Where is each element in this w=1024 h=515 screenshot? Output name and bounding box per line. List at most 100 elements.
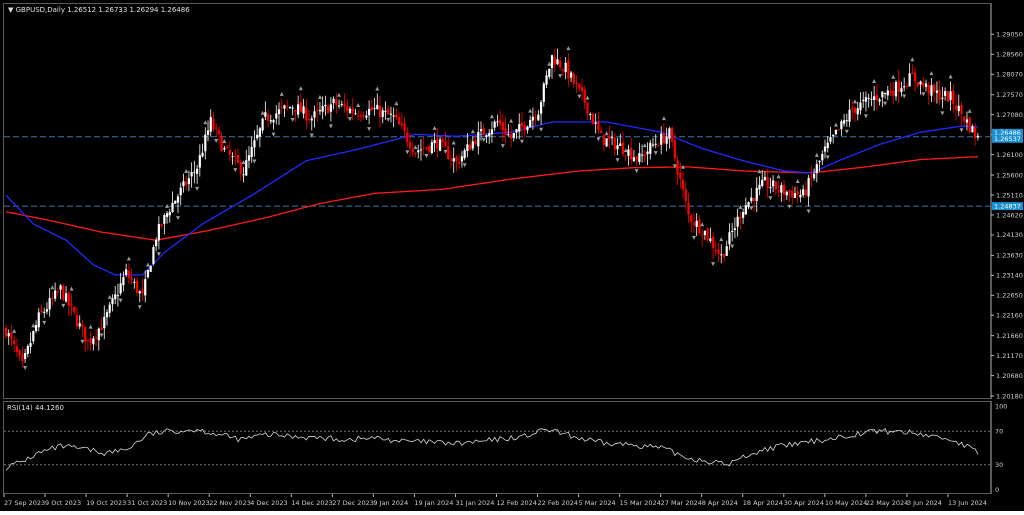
candle-body [608,136,611,140]
candle-body [804,189,807,195]
candle-body [550,55,554,69]
symbol-header: ▼ GBPUSD,Daily 1.26512 1.26733 1.26294 1… [8,6,190,14]
candle-body [616,145,619,150]
candle-body [856,108,859,115]
candle-body [220,136,223,152]
price-axis[interactable]: 1.29050 1.28560 1.28070 1.27570 1.27080 1.265… [991,3,1024,400]
candle-body [821,154,824,161]
fractal-up-marker [489,114,494,119]
rsi-panel[interactable]: RSI(14) 44.1260 [3,401,991,494]
candle-body [539,102,543,114]
time-tick-label: 3 Jun 2024 [907,499,942,507]
candle-body [627,149,630,156]
fractal-up-marker [738,204,743,209]
price-tick-label: 1.22160 [996,312,1023,320]
fractal-down-marker [596,137,601,142]
candle-body [15,346,19,352]
fractal-down-marker [558,74,563,79]
candle-body [657,145,660,147]
candle-body [684,189,687,202]
candle-body [81,324,84,327]
candle-body [327,106,330,114]
fractal-down-marker [443,149,448,154]
candle-body [146,269,150,278]
candle-body [111,298,114,305]
fractal-down-marker [730,244,735,249]
fractal-up-marker [585,95,590,100]
fractal-down-marker [233,168,238,173]
candle-body [18,350,21,356]
price-chart-svg[interactable] [4,4,990,398]
candle-body [673,140,676,159]
candle-body [343,103,346,107]
candle-body [212,118,215,130]
candle-body [649,142,652,154]
candle-body [763,176,767,181]
price-panel[interactable]: ▼ GBPUSD,Daily 1.26512 1.26733 1.26294 1… [3,3,991,399]
candle-body [892,90,895,96]
fractal-up-marker [279,91,284,96]
candle-body [894,82,898,97]
candle-body [782,184,786,195]
candle-body [802,189,805,196]
candle-body [299,102,302,113]
candle-body [286,105,289,107]
candle-body [610,137,614,139]
fractal-down-marker [195,186,200,191]
candle-body [744,205,747,215]
candle-body [398,117,401,125]
candle-body [384,110,387,112]
candle-body [307,118,311,120]
time-axis[interactable]: 27 Sep 2023 9 Oct 2023 19 Oct 2023 31 Oct 2… [0,494,1024,511]
candle-body [209,117,212,132]
candle-body [438,139,442,151]
candle-body [698,219,701,234]
candle-body [791,190,794,198]
candle-body [26,345,29,354]
dropdown-arrow-icon[interactable]: ▼ [8,6,13,14]
candle-body [971,126,974,133]
candle-body [564,62,567,73]
price-tick-label: 1.27570 [996,91,1023,99]
candle-body [864,97,868,102]
time-tick-label: 10 Nov 2023 [168,499,210,507]
candle-body [37,312,40,328]
candle-body [460,156,464,162]
rsi-chart-svg[interactable] [4,402,990,493]
price-tick-label: 1.29050 [996,31,1023,39]
candle-body [600,130,603,134]
price-tick-label: 1.22650 [996,292,1023,300]
fractal-up-marker [719,237,724,242]
fractal-down-marker [749,206,754,211]
fractal-up-marker [356,103,361,108]
candle-body [949,91,952,101]
time-tick-label: 10 May 2024 [825,499,867,507]
candle-body [679,173,682,179]
candle-body [29,343,32,347]
fractal-down-marker [653,151,658,156]
time-tick-label: 8 Apr 2024 [702,499,738,507]
fractal-up-marker [967,108,972,113]
price-tick-label: 1.23630 [996,252,1023,260]
fractal-down-marker [214,139,219,144]
fractal-up-marker [833,122,838,127]
candle-body [709,238,712,242]
candle-body [534,117,537,119]
fractal-down-marker [519,139,524,144]
candle-body [886,90,889,96]
fractal-down-marker [959,128,964,133]
candle-body [266,114,270,121]
candle-body [916,82,919,87]
candle-body [826,142,829,149]
fractal-down-marker [615,158,620,163]
price-axis-svg: 1.29050 1.28560 1.28070 1.27570 1.27080 1.265… [991,3,1023,400]
candle-body [135,280,139,294]
fractal-up-marker [814,152,819,157]
rsi-label: RSI(14) 44.1260 [7,404,64,412]
candle-body [348,108,352,113]
rsi-tick-label: 70 [995,428,1003,436]
candle-body [651,144,655,146]
fractal-down-marker [634,169,639,174]
candle-body [458,162,461,164]
candle-body [499,119,502,125]
